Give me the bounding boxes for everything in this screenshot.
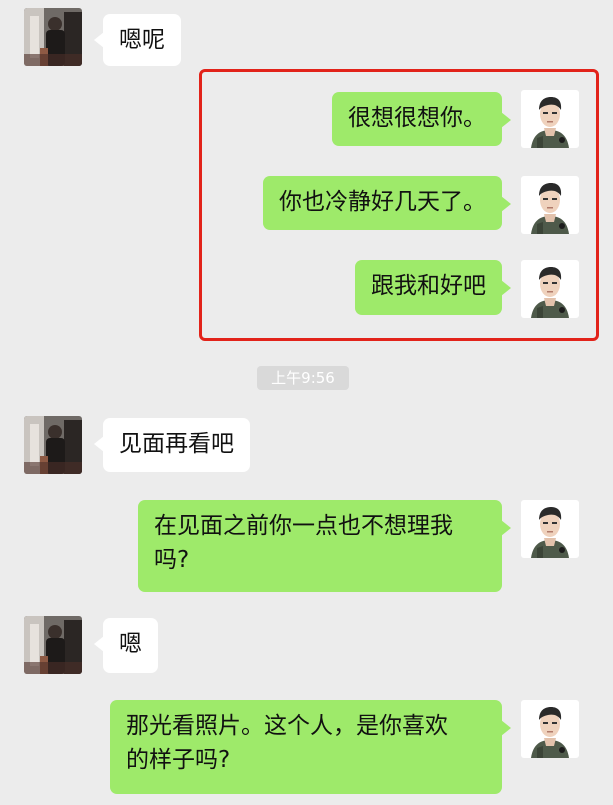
user-avatar[interactable] bbox=[521, 500, 579, 558]
outgoing-message-bubble: 那光看照片。这个人，是你喜欢 的样子吗? bbox=[110, 700, 511, 794]
user-avatar-icon bbox=[521, 500, 579, 558]
user-avatar-icon bbox=[521, 90, 579, 148]
outgoing-message-bubble: 你也冷静好几天了。 bbox=[263, 176, 511, 230]
user-avatar-icon bbox=[521, 260, 579, 318]
incoming-message-bubble: 见面再看吧 bbox=[94, 418, 250, 472]
user-avatar[interactable] bbox=[521, 176, 579, 234]
contact-avatar[interactable] bbox=[24, 416, 82, 474]
outgoing-message-bubble: 很想很想你。 bbox=[332, 92, 511, 146]
incoming-message-bubble: 嗯 bbox=[94, 618, 158, 673]
contact-avatar-icon bbox=[24, 616, 82, 674]
user-avatar[interactable] bbox=[521, 260, 579, 318]
chat-window: 嗯呢 很想很想你。 你也冷静好几天了。 跟我和好吧 上午9:56 见面再看吧 在… bbox=[0, 0, 613, 805]
outgoing-message-bubble: 跟我和好吧 bbox=[355, 260, 511, 315]
contact-avatar-icon bbox=[24, 8, 82, 66]
user-avatar[interactable] bbox=[521, 90, 579, 148]
outgoing-message-bubble: 在见面之前你一点也不想理我 吗? bbox=[138, 500, 511, 592]
incoming-message-bubble: 嗯呢 bbox=[94, 14, 181, 66]
timestamp-label: 上午9:56 bbox=[257, 366, 349, 390]
user-avatar[interactable] bbox=[521, 700, 579, 758]
contact-avatar-icon bbox=[24, 416, 82, 474]
user-avatar-icon bbox=[521, 700, 579, 758]
user-avatar-icon bbox=[521, 176, 579, 234]
contact-avatar[interactable] bbox=[24, 616, 82, 674]
contact-avatar[interactable] bbox=[24, 8, 82, 66]
